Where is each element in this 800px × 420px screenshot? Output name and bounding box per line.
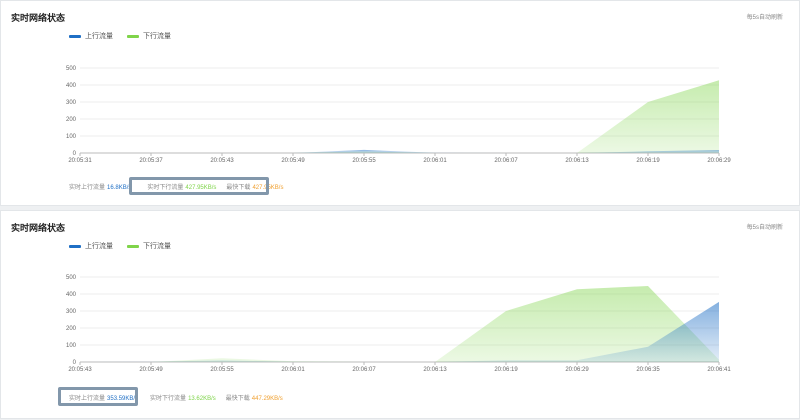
y-tick-label: 0 bbox=[73, 151, 77, 157]
x-tick-label: 20:06:01 bbox=[423, 158, 447, 164]
download-stat: 实时下行流量 13.62KB/s bbox=[150, 393, 216, 402]
x-tick-label: 20:06:29 bbox=[707, 158, 731, 164]
y-tick-label: 200 bbox=[66, 117, 77, 123]
x-tick-label: 20:05:43 bbox=[68, 367, 92, 373]
upload-stat: 实时上行流量 16.8KB/s bbox=[69, 182, 131, 191]
max-download-stat: 最快下载 447.29KB/s bbox=[226, 393, 283, 402]
x-tick-label: 20:06:07 bbox=[494, 158, 518, 164]
highlight-box bbox=[129, 177, 269, 195]
highlight-box bbox=[58, 387, 138, 406]
x-tick-label: 20:05:31 bbox=[68, 158, 92, 164]
traffic-area-chart: 0 100 200 300 400 500 20:05:31 20:05:37 20:05:43… bbox=[66, 66, 731, 164]
max-download-value: 447.29KB/s bbox=[251, 396, 283, 402]
x-tick-label: 20:06:01 bbox=[281, 367, 305, 373]
x-tick-label: 20:06:19 bbox=[494, 367, 518, 373]
y-tick-label: 300 bbox=[66, 100, 77, 106]
x-tick-label: 20:05:55 bbox=[210, 367, 234, 373]
x-tick-label: 20:05:49 bbox=[281, 158, 305, 164]
y-tick-label: 500 bbox=[66, 66, 77, 72]
x-tick-label: 20:05:55 bbox=[352, 158, 376, 164]
y-tick-label: 300 bbox=[66, 309, 77, 315]
x-tick-label: 20:06:41 bbox=[707, 367, 731, 373]
y-tick-label: 500 bbox=[66, 275, 77, 281]
upload-stat-label: 实时上行流量 bbox=[69, 185, 106, 191]
download-area-series bbox=[80, 286, 719, 362]
download-stat-value: 13.62KB/s bbox=[188, 396, 216, 402]
x-tick-label: 20:06:35 bbox=[636, 367, 660, 373]
download-area-series bbox=[80, 80, 719, 153]
download-stat-label: 实时下行流量 bbox=[150, 396, 187, 402]
network-status-panel: 实时网络状态 每5s自动刷新 上行流量 下行流量 0 100 200 300 400 50… bbox=[0, 0, 800, 206]
x-tick-label: 20:05:43 bbox=[210, 158, 234, 164]
x-tick-label: 20:06:07 bbox=[352, 367, 376, 373]
y-tick-label: 400 bbox=[66, 83, 77, 89]
x-tick-label: 20:05:37 bbox=[139, 158, 163, 164]
y-tick-label: 400 bbox=[66, 292, 77, 298]
x-tick-label: 20:06:13 bbox=[565, 158, 589, 164]
y-tick-label: 200 bbox=[66, 326, 77, 332]
upload-stat-value: 16.8KB/s bbox=[107, 185, 132, 191]
max-download-label: 最快下载 bbox=[225, 396, 250, 402]
y-tick-label: 100 bbox=[66, 343, 77, 349]
x-tick-label: 20:05:49 bbox=[139, 367, 163, 373]
x-tick-label: 20:06:19 bbox=[636, 158, 660, 164]
x-tick-label: 20:06:13 bbox=[423, 367, 447, 373]
y-tick-label: 0 bbox=[73, 360, 77, 366]
x-tick-label: 20:06:29 bbox=[565, 367, 589, 373]
y-tick-label: 100 bbox=[66, 134, 77, 140]
network-status-panel: 实时网络状态 每5s自动刷新 上行流量 下行流量 0 100 200 300 400 50… bbox=[0, 210, 800, 419]
